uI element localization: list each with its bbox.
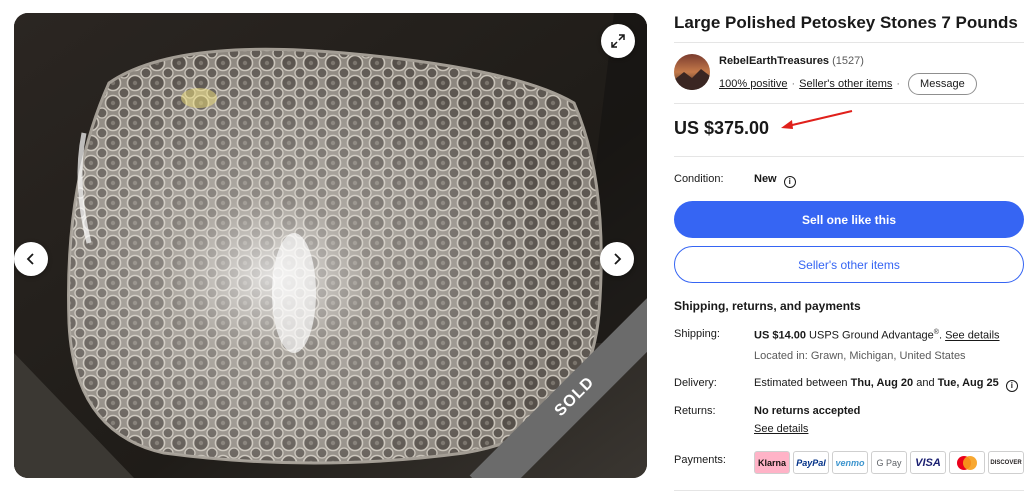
item-title: Large Polished Petoskey Stones 7 Pounds <box>674 13 1018 32</box>
delivery-start: Thu, Aug 20 <box>850 377 914 389</box>
expand-icon <box>611 34 625 48</box>
previous-image-button[interactable] <box>14 242 48 276</box>
shipping-details-link[interactable]: See details <box>945 330 999 342</box>
returns-value: No returns accepted <box>754 405 861 417</box>
visa-icon: VISA <box>910 451 946 474</box>
delivery-value: Estimated between Thu, Aug 20 and Tue, A… <box>754 377 1018 392</box>
seller-other-items-button[interactable]: Seller's other items <box>674 246 1024 283</box>
shipping-label: Shipping: <box>674 328 720 340</box>
feedback-count: (1527) <box>832 55 864 67</box>
condition-value-line: New i <box>754 173 796 188</box>
seller-name-line: RebelEarthTreasures (1527) <box>719 55 864 67</box>
condition-label: Condition: <box>674 173 724 185</box>
delivery-label: Delivery: <box>674 377 717 389</box>
shipping-price: US $14.00 <box>754 329 806 342</box>
divider <box>674 42 1024 43</box>
returns-details-link[interactable]: See details <box>754 423 808 435</box>
expand-image-button[interactable] <box>601 24 635 58</box>
mastercard-logo <box>957 455 977 470</box>
delivery-and: and <box>913 377 938 389</box>
message-button[interactable]: Message <box>908 73 977 95</box>
returns-label: Returns: <box>674 405 716 417</box>
mastercard-icon <box>949 451 985 474</box>
delivery-prefix: Estimated between <box>754 377 851 389</box>
seller-other-items-link[interactable]: Seller's other items <box>799 78 892 90</box>
separator-dot: · <box>896 78 901 90</box>
shipping-section-title: Shipping, returns, and payments <box>674 299 861 313</box>
divider <box>674 103 1024 104</box>
payments-label: Payments: <box>674 454 726 466</box>
registered-mark: ® <box>933 329 939 336</box>
divider <box>674 156 1024 157</box>
venmo-icon: venmo <box>832 451 868 474</box>
discover-icon: DISCOVER <box>988 451 1024 474</box>
paypal-icon: PayPal <box>793 451 829 474</box>
separator-dot: · <box>791 78 796 90</box>
seller-name[interactable]: RebelEarthTreasures <box>719 55 829 67</box>
delivery-end: Tue, Aug 25 <box>937 377 999 389</box>
info-icon[interactable]: i <box>1005 379 1018 392</box>
sell-one-like-this-button[interactable]: Sell one like this <box>674 201 1024 238</box>
payment-methods: Klarna PayPal venmo G Pay VISA DISCOVER <box>754 451 1024 474</box>
shipping-value: US $14.00 USPS Ground Advantage®. See de… <box>754 329 1000 342</box>
avatar-image <box>674 54 710 90</box>
seller-links: 100% positive · Seller's other items · M… <box>719 73 977 95</box>
item-details-panel: Large Polished Petoskey Stones 7 Pounds … <box>674 0 1024 494</box>
klarna-icon: Klarna <box>754 451 790 474</box>
shipping-service: USPS Ground Advantage <box>809 329 934 342</box>
positive-feedback-link[interactable]: 100% positive <box>719 78 788 90</box>
next-image-button[interactable] <box>600 242 634 276</box>
image-gallery: SOLD <box>14 13 647 478</box>
item-location: Located in: Grawn, Michigan, United Stat… <box>754 350 966 362</box>
google-pay-icon: G Pay <box>871 451 907 474</box>
divider <box>674 490 1024 491</box>
chevron-right-icon <box>614 253 622 265</box>
condition-value: New <box>754 173 777 185</box>
item-price: US $375.00 <box>674 118 770 138</box>
chevron-left-icon <box>26 253 34 265</box>
info-icon[interactable]: i <box>783 175 796 188</box>
seller-avatar[interactable] <box>674 54 710 90</box>
listing-page: SOLD Large Polished Petoskey Stones 7 Po… <box>0 0 1024 494</box>
